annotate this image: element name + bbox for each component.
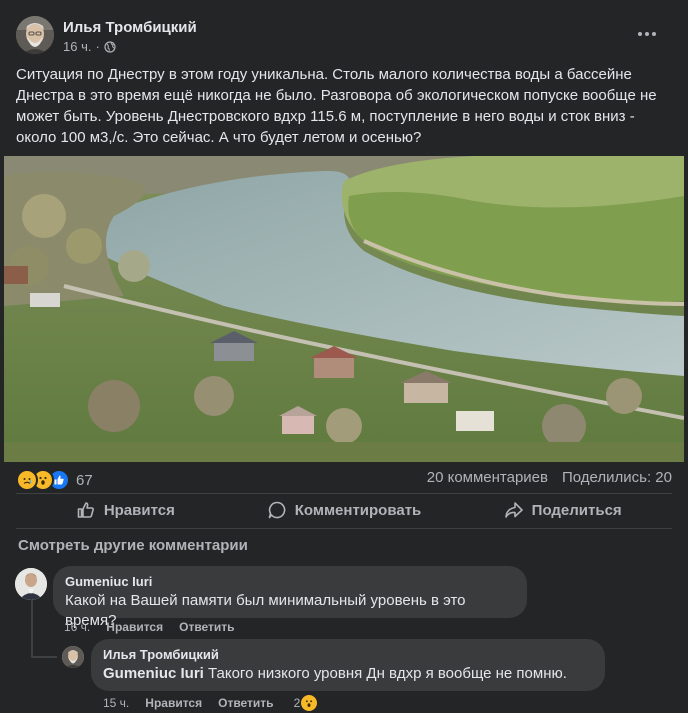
comment-time[interactable]: 16 ч. — [64, 620, 90, 634]
comment-bubble: Gumeniuc Iuri Какой на Вашей памяти был … — [53, 566, 527, 629]
post-author-name[interactable]: Илья Тромбицкий — [63, 19, 197, 36]
stats-right: 20 комментариев Поделились: 20 — [427, 469, 672, 486]
reply-text: Такого низкого уровня Дн вдхр я вообще н… — [208, 665, 567, 682]
post-timestamp[interactable]: 16 ч. — [63, 39, 91, 54]
reply-reply-link[interactable]: Ответить — [218, 696, 273, 710]
reply-author-avatar[interactable] — [62, 646, 84, 668]
reply-text-line: Gumeniuc Iuri Такого низкого уровня Дн в… — [103, 664, 593, 684]
share-button[interactable]: Поделиться — [453, 494, 672, 526]
actions-divider — [16, 528, 672, 529]
comment-author[interactable]: Gumeniuc Iuri — [65, 574, 515, 590]
comment-icon — [268, 501, 286, 519]
globe-icon — [104, 40, 116, 53]
author-avatar[interactable] — [16, 16, 54, 54]
reply-meta: 15 ч. Нравится Ответить 2 — [103, 695, 318, 711]
reactions-summary[interactable]: 67 — [16, 469, 93, 491]
share-label: Поделиться — [531, 501, 622, 519]
post-card: Илья Тромбицкий 16 ч. · Ситуация по Днес… — [0, 0, 688, 713]
reply-bubble: Илья Тромбицкий Gumeniuc Iuri Такого низ… — [91, 639, 605, 691]
river-landscape-image — [4, 156, 684, 462]
post-photo[interactable] — [4, 156, 684, 462]
comment-meta: 16 ч. Нравится Ответить — [64, 620, 235, 634]
share-icon — [504, 502, 523, 518]
wow-reaction-icon — [301, 695, 318, 711]
thread-line-branch — [31, 656, 57, 658]
reply-author[interactable]: Илья Тромбицкий — [103, 647, 593, 663]
comment-label: Комментировать — [294, 501, 422, 519]
post-stats: 67 20 комментариев Поделились: 20 — [16, 467, 672, 491]
more-options-icon[interactable] — [634, 24, 660, 44]
post-text: Ситуация по Днестру в этом году уникальн… — [16, 66, 657, 146]
reply-reactions[interactable]: 2 — [294, 695, 318, 711]
reply-mention-tag[interactable]: Gumeniuc Iuri — [103, 665, 204, 682]
reply-like-link[interactable]: Нравится — [145, 696, 202, 710]
share-count[interactable]: Поделились: 20 — [562, 469, 672, 486]
view-more-comments-link[interactable]: Смотреть другие комментарии — [18, 537, 248, 554]
reaction-count[interactable]: 67 — [76, 472, 93, 489]
comment-like-link[interactable]: Нравится — [106, 620, 163, 634]
comment-button[interactable]: Комментировать — [235, 494, 454, 526]
comment-reply-link[interactable]: Ответить — [179, 620, 234, 634]
sad-reaction-icon — [16, 469, 38, 491]
thumbs-up-icon — [77, 502, 94, 518]
post-actions: Нравится Комментировать Поделиться — [16, 494, 672, 526]
reply-time[interactable]: 15 ч. — [103, 696, 129, 710]
like-label: Нравится — [103, 501, 175, 519]
comment-count[interactable]: 20 комментариев — [427, 469, 548, 486]
post-header: Илья Тромбицкий 16 ч. · — [16, 16, 672, 60]
like-button[interactable]: Нравится — [16, 494, 235, 526]
post-meta: 16 ч. · — [63, 39, 116, 54]
commenter-avatar[interactable] — [15, 568, 47, 600]
reply-reaction-count: 2 — [293, 696, 301, 710]
thread-line — [31, 600, 33, 658]
